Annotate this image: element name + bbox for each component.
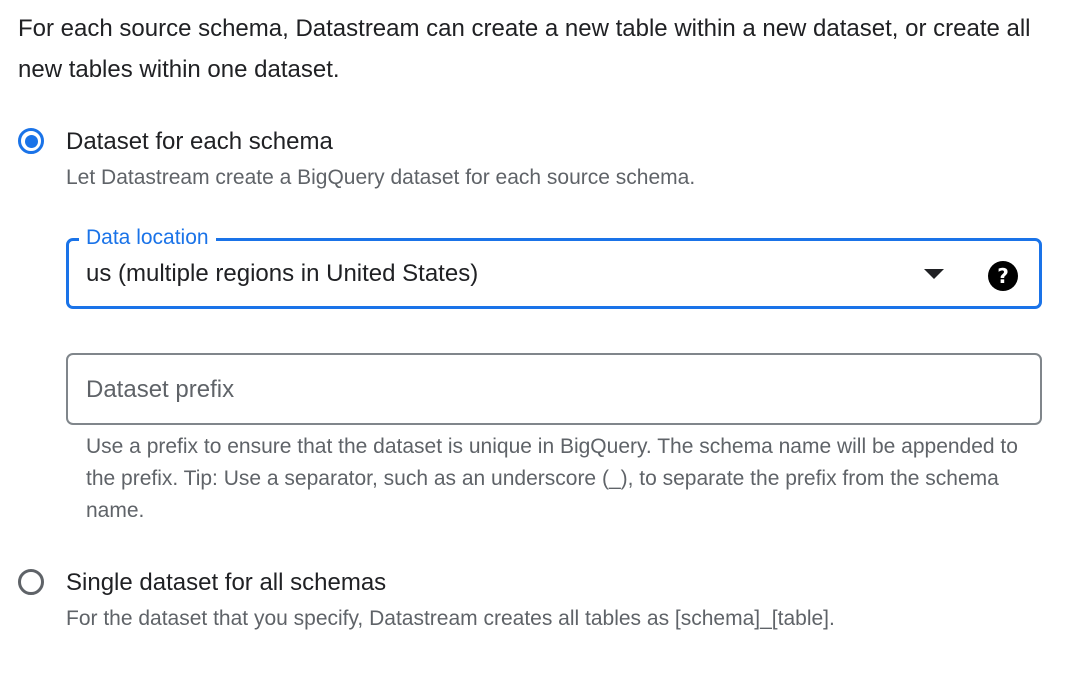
radio-single-dataset-for-all-schemas[interactable]: Single dataset for all schemas For the d… bbox=[18, 568, 835, 633]
radio-checked-icon[interactable] bbox=[18, 128, 44, 154]
radio-dot bbox=[24, 134, 38, 148]
dataset-prefix-input[interactable]: Dataset prefix bbox=[66, 353, 1042, 425]
help-icon[interactable]: ? bbox=[988, 261, 1018, 291]
radio-description-dataset-for-each-schema: Let Datastream create a BigQuery dataset… bbox=[66, 166, 696, 189]
dataset-prefix-helper-text: Use a prefix to ensure that the dataset … bbox=[86, 435, 1018, 522]
radio-unchecked-icon[interactable] bbox=[18, 569, 44, 595]
data-location-label: Data location bbox=[79, 225, 216, 251]
radio-label-dataset-for-each-schema[interactable]: Dataset for each schema bbox=[66, 127, 695, 157]
dataset-prefix-placeholder: Dataset prefix bbox=[86, 376, 235, 403]
dropdown-arrow-icon[interactable] bbox=[924, 269, 944, 279]
intro-text: For each source schema, Datastream can c… bbox=[18, 15, 1031, 83]
data-location-value[interactable]: us (multiple regions in United States) bbox=[86, 259, 478, 289]
radio-label-single-dataset[interactable]: Single dataset for all schemas bbox=[66, 568, 835, 598]
radio-dataset-for-each-schema[interactable]: Dataset for each schema Let Datastream c… bbox=[18, 127, 695, 192]
data-location-select[interactable]: Data location us (multiple regions in Un… bbox=[66, 225, 1042, 309]
radio-description-single-dataset: For the dataset that you specify, Datast… bbox=[66, 607, 835, 630]
